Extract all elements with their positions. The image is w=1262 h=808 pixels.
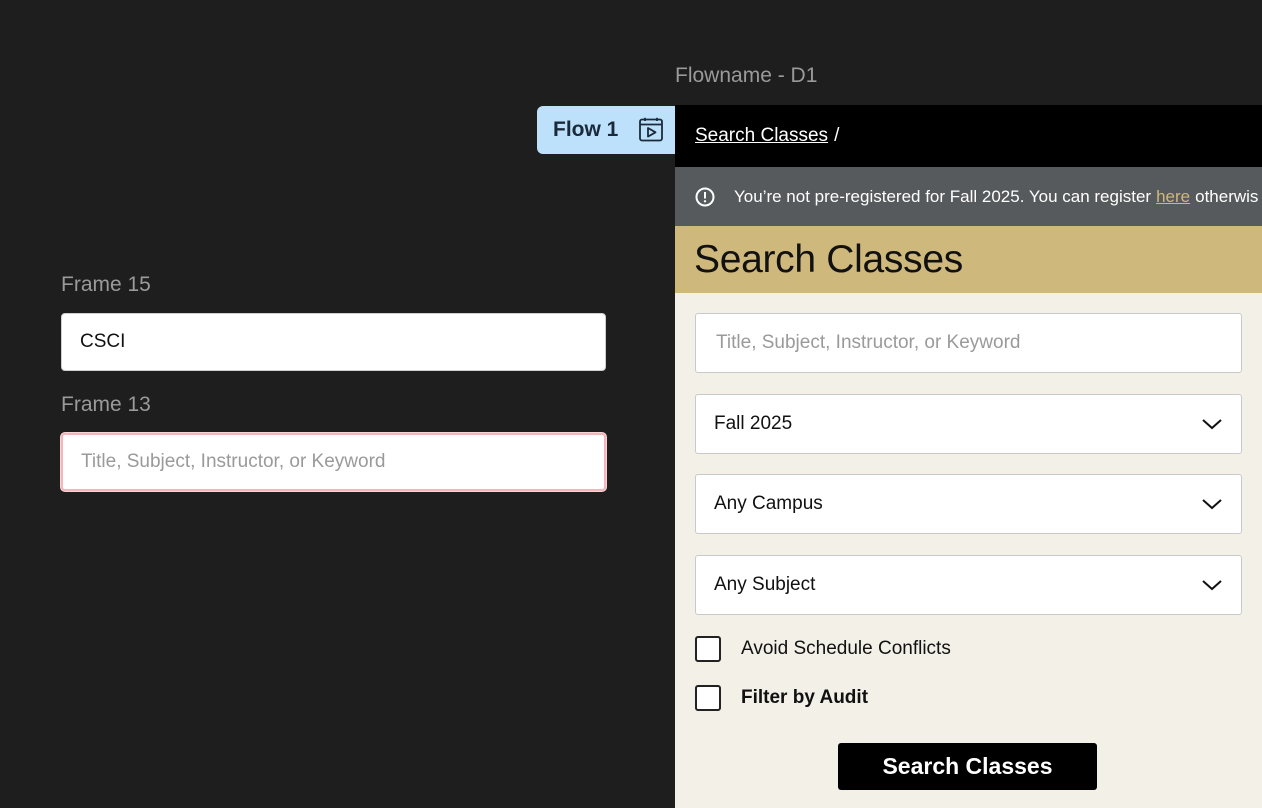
avoid-conflicts-option[interactable]: Avoid Schedule Conflicts (695, 636, 951, 662)
breadcrumb: Search Classes / (675, 105, 1262, 167)
notice-text-continued: otherwis (1195, 186, 1259, 206)
app-frame: Search Classes / You’re not pre-register… (675, 105, 1262, 808)
flow-tab-label: Flow 1 (553, 118, 619, 141)
flow-title: Flowname - D1 (675, 64, 818, 87)
design-canvas: Frame 15 CSCI Frame 13 Title, Subject, I… (0, 0, 1262, 808)
play-prototype-icon[interactable] (638, 117, 664, 143)
keyword-search-input[interactable] (714, 331, 1223, 355)
frame-13-input[interactable]: Title, Subject, Instructor, or Keyword (61, 433, 606, 491)
subject-select-value: Any Subject (714, 574, 816, 595)
frame-15-label: Frame 15 (61, 273, 151, 296)
term-select-value: Fall 2025 (714, 413, 793, 434)
notice-text: You’re not pre-registered for Fall 2025.… (734, 186, 1152, 206)
campus-select-value: Any Campus (714, 493, 823, 514)
search-classes-button[interactable]: Search Classes (838, 743, 1097, 790)
chevron-down-icon (1201, 497, 1223, 511)
frame-15-input[interactable]: CSCI (61, 313, 606, 371)
keyword-search-field[interactable] (695, 313, 1242, 373)
page-title: Search Classes (675, 226, 1262, 293)
register-here-link[interactable]: here (1156, 187, 1190, 207)
filter-audit-label: Filter by Audit (741, 687, 869, 708)
frame-13-label: Frame 13 (61, 393, 151, 416)
subject-select[interactable]: Any Subject (695, 555, 1242, 615)
term-select[interactable]: Fall 2025 (695, 394, 1242, 454)
breadcrumb-separator: / (834, 125, 840, 146)
breadcrumb-search-classes-link[interactable]: Search Classes (695, 125, 828, 147)
flow-1-tab[interactable]: Flow 1 (537, 106, 675, 154)
filter-audit-checkbox[interactable] (695, 685, 721, 711)
chevron-down-icon (1201, 417, 1223, 431)
filter-audit-option[interactable]: Filter by Audit (695, 685, 868, 711)
campus-select[interactable]: Any Campus (695, 474, 1242, 534)
alert-circle-icon (695, 187, 715, 207)
chevron-down-icon (1201, 578, 1223, 592)
avoid-conflicts-label: Avoid Schedule Conflicts (741, 638, 951, 659)
avoid-conflicts-checkbox[interactable] (695, 636, 721, 662)
registration-notice: You’re not pre-registered for Fall 2025.… (675, 167, 1262, 226)
